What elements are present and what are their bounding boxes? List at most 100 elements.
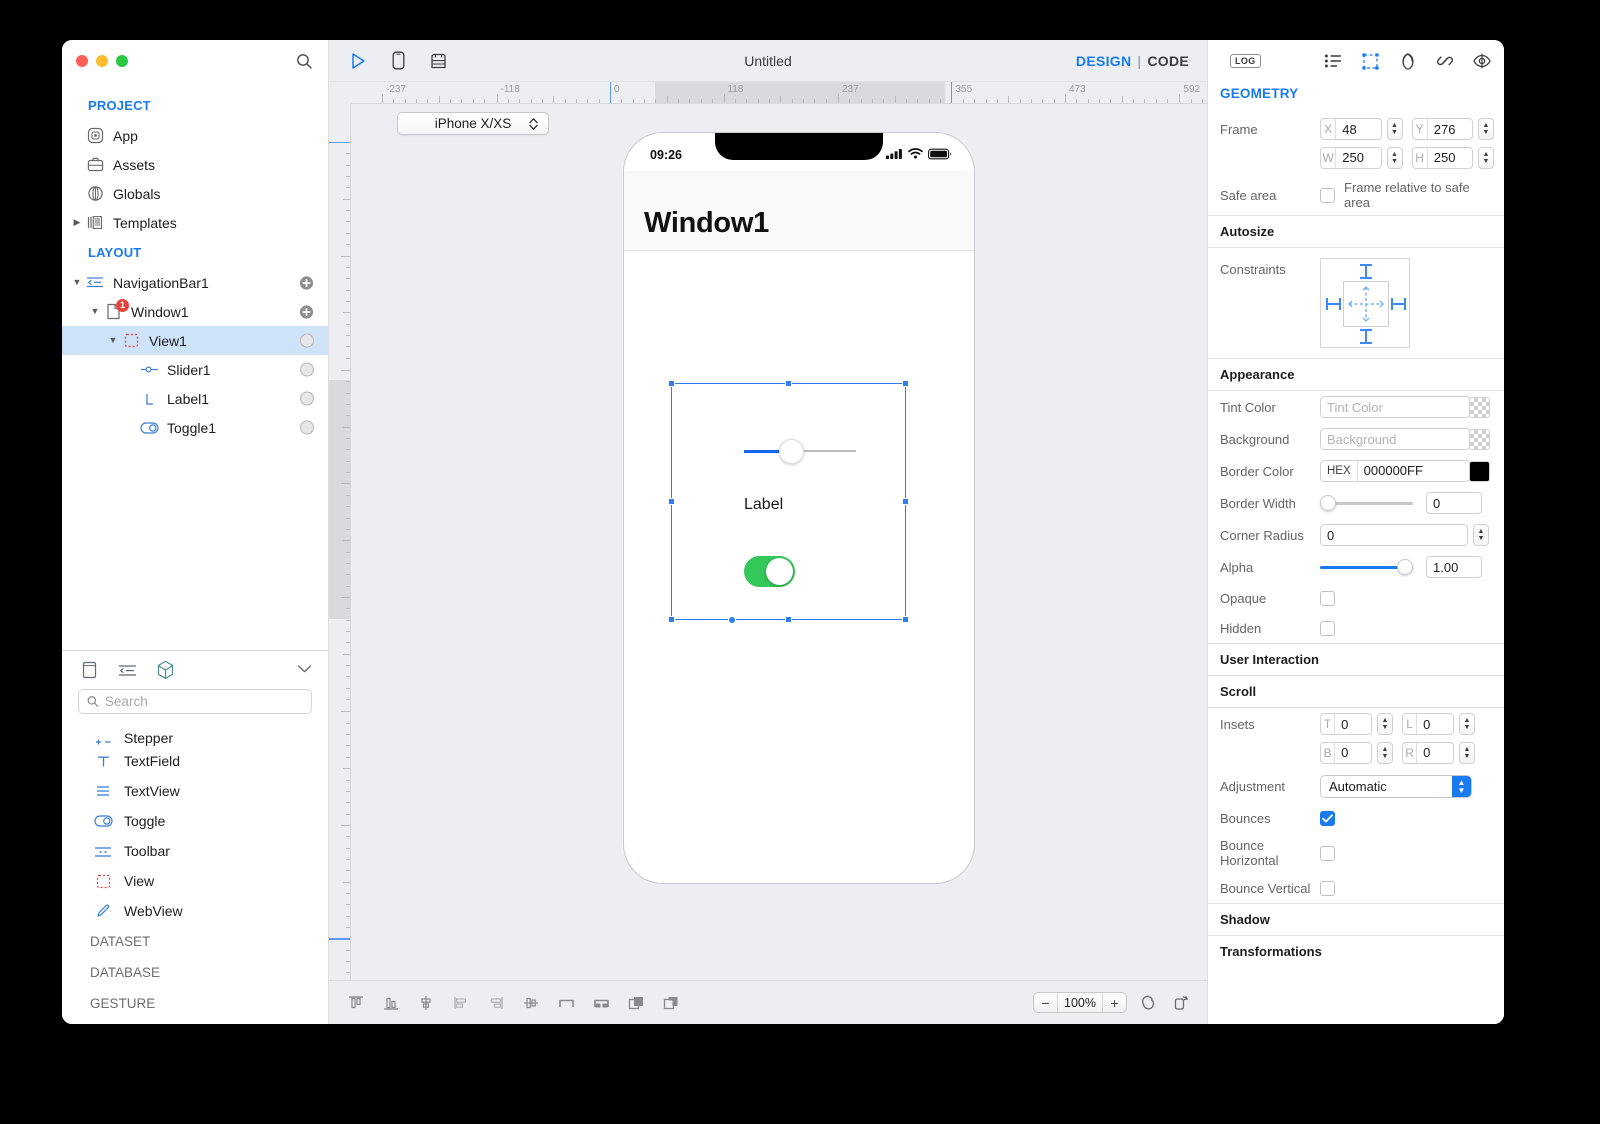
- corner-radius-field[interactable]: [1320, 524, 1468, 546]
- disclosure-triangle[interactable]: ▼: [70, 278, 84, 287]
- link-icon[interactable]: [1434, 51, 1455, 72]
- page-icon[interactable]: [78, 659, 100, 681]
- play-icon[interactable]: [347, 50, 369, 72]
- stack-icon[interactable]: [427, 50, 449, 72]
- background-input[interactable]: [1321, 431, 1469, 447]
- frame-x-input[interactable]: [1336, 121, 1381, 137]
- alpha-slider[interactable]: [1320, 558, 1413, 576]
- resize-handle-bottom-center[interactable]: [784, 616, 792, 623]
- resize-handle-middle-left[interactable]: [668, 497, 675, 505]
- resize-handle-bottom-right[interactable]: [902, 616, 909, 623]
- connection-knob[interactable]: [299, 333, 314, 348]
- navigationbar-icon[interactable]: [116, 659, 138, 681]
- geometry-icon[interactable]: [1360, 51, 1381, 72]
- insets-top-field[interactable]: T: [1320, 713, 1372, 735]
- frame-w-field[interactable]: W: [1320, 146, 1382, 169]
- frame-y-field[interactable]: Y: [1411, 118, 1473, 140]
- border-color-swatch[interactable]: [1469, 460, 1490, 482]
- device-icon[interactable]: [387, 50, 409, 72]
- library-group-database[interactable]: DATABASE: [62, 957, 328, 988]
- design-canvas[interactable]: iPhone X/XS 09:26 Window1 Label: [351, 104, 1207, 980]
- connection-knob[interactable]: [299, 420, 314, 435]
- frame-h-stepper[interactable]: ▲ ▼: [1478, 146, 1494, 169]
- alpha-knob[interactable]: [1397, 559, 1413, 575]
- sidebar-search-icon[interactable]: [294, 51, 314, 71]
- close-window-button[interactable]: [76, 55, 88, 67]
- tree-item-view1[interactable]: ▼ View1: [62, 326, 328, 355]
- minimize-window-button[interactable]: [96, 55, 108, 67]
- autosize-constraints-widget[interactable]: [1320, 258, 1410, 348]
- border-width-slider[interactable]: [1320, 494, 1413, 512]
- frame-w-stepper[interactable]: ▲ ▼: [1386, 146, 1403, 169]
- sidebar-item-templates[interactable]: ▶ Templates: [62, 208, 328, 237]
- safe-area-checkbox[interactable]: [1320, 187, 1335, 203]
- adjustment-select[interactable]: Automatic ▲ ▼: [1320, 775, 1472, 798]
- library-item-textview[interactable]: TextView: [62, 776, 328, 806]
- chevron-updown-icon[interactable]: ▲ ▼: [1452, 776, 1471, 797]
- tree-item-navigationbar1[interactable]: ▼ NavigationBar1: [62, 268, 328, 297]
- insets-bottom-field[interactable]: B: [1320, 741, 1372, 764]
- alpha-input[interactable]: [1427, 559, 1481, 575]
- library-group-dataset[interactable]: DATASET: [62, 926, 328, 957]
- insets-bottom-stepper[interactable]: ▲ ▼: [1377, 741, 1393, 764]
- disclosure-triangle[interactable]: ▶: [70, 218, 84, 227]
- appearance-icon[interactable]: [1397, 51, 1418, 72]
- cube-icon[interactable]: [154, 659, 176, 681]
- opaque-checkbox[interactable]: [1320, 590, 1335, 606]
- frame-h-field[interactable]: H: [1411, 146, 1473, 169]
- insets-left-field[interactable]: L: [1402, 713, 1454, 735]
- bounce-vertical-checkbox[interactable]: [1320, 880, 1335, 896]
- border-width-input[interactable]: [1427, 495, 1481, 511]
- library-search-field[interactable]: [78, 689, 312, 714]
- bounce-horizontal-checkbox[interactable]: [1320, 845, 1335, 861]
- background-swatch[interactable]: [1469, 428, 1490, 450]
- insets-top-input[interactable]: [1335, 716, 1371, 732]
- inspector-content[interactable]: GEOMETRY Frame X ▲▼ Y ▲▼: [1208, 82, 1504, 1024]
- tree-item-toggle1[interactable]: Toggle1: [62, 413, 328, 442]
- frame-h-input[interactable]: [1427, 150, 1472, 165]
- align-bottom-icon[interactable]: [380, 992, 402, 1014]
- distribute-two-icon[interactable]: [590, 992, 612, 1014]
- library-item-toolbar[interactable]: Toolbar: [62, 836, 328, 866]
- library-item-toggle[interactable]: Toggle: [62, 806, 328, 836]
- send-backward-icon[interactable]: [660, 992, 682, 1014]
- resize-handle-bottom-left[interactable]: [668, 616, 675, 623]
- frame-y-input[interactable]: [1427, 121, 1472, 137]
- list-icon[interactable]: [1323, 51, 1344, 72]
- insets-top-stepper[interactable]: ▲ ▼: [1377, 713, 1393, 735]
- add-child-button[interactable]: [299, 275, 314, 290]
- log-button[interactable]: LOG: [1230, 54, 1261, 68]
- border-color-value[interactable]: 000000FF: [1358, 461, 1429, 481]
- preview-slider[interactable]: [744, 438, 856, 464]
- zoom-in-button[interactable]: +: [1103, 993, 1126, 1012]
- chevron-down-icon[interactable]: [297, 661, 312, 679]
- insets-right-stepper[interactable]: ▲ ▼: [1459, 741, 1475, 764]
- connection-knob[interactable]: [299, 362, 314, 377]
- corner-radius-input[interactable]: [1321, 527, 1467, 543]
- frame-x-field[interactable]: X: [1320, 118, 1382, 140]
- preview-icon[interactable]: [1471, 51, 1492, 72]
- insets-left-input[interactable]: [1417, 716, 1453, 732]
- device-selector[interactable]: iPhone X/XS: [397, 112, 549, 135]
- tint-color-swatch[interactable]: [1469, 396, 1490, 418]
- distribute-icon[interactable]: [555, 992, 577, 1014]
- disclosure-triangle[interactable]: ▼: [88, 307, 102, 316]
- zoom-stepper[interactable]: − 100% +: [1033, 992, 1127, 1013]
- sidebar-item-app[interactable]: App: [62, 121, 328, 150]
- resize-handle-top-center[interactable]: [784, 380, 792, 387]
- tab-design[interactable]: DESIGN: [1076, 53, 1131, 69]
- library-item-view[interactable]: View: [62, 866, 328, 896]
- sidebar-item-assets[interactable]: Assets: [62, 150, 328, 179]
- insets-right-input[interactable]: [1417, 745, 1453, 760]
- library-item-stepper[interactable]: Stepper: [62, 722, 328, 746]
- align-top-icon[interactable]: [345, 992, 367, 1014]
- border-width-knob[interactable]: [1320, 495, 1336, 511]
- slider-knob[interactable]: [779, 439, 804, 464]
- tint-color-input[interactable]: [1321, 399, 1469, 415]
- corner-radius-stepper[interactable]: ▲ ▼: [1473, 524, 1489, 546]
- search-input[interactable]: [104, 694, 303, 709]
- connection-knob[interactable]: [299, 391, 314, 406]
- zoom-out-button[interactable]: −: [1034, 993, 1057, 1012]
- insets-left-stepper[interactable]: ▲ ▼: [1459, 713, 1475, 735]
- disclosure-triangle[interactable]: ▼: [106, 336, 120, 345]
